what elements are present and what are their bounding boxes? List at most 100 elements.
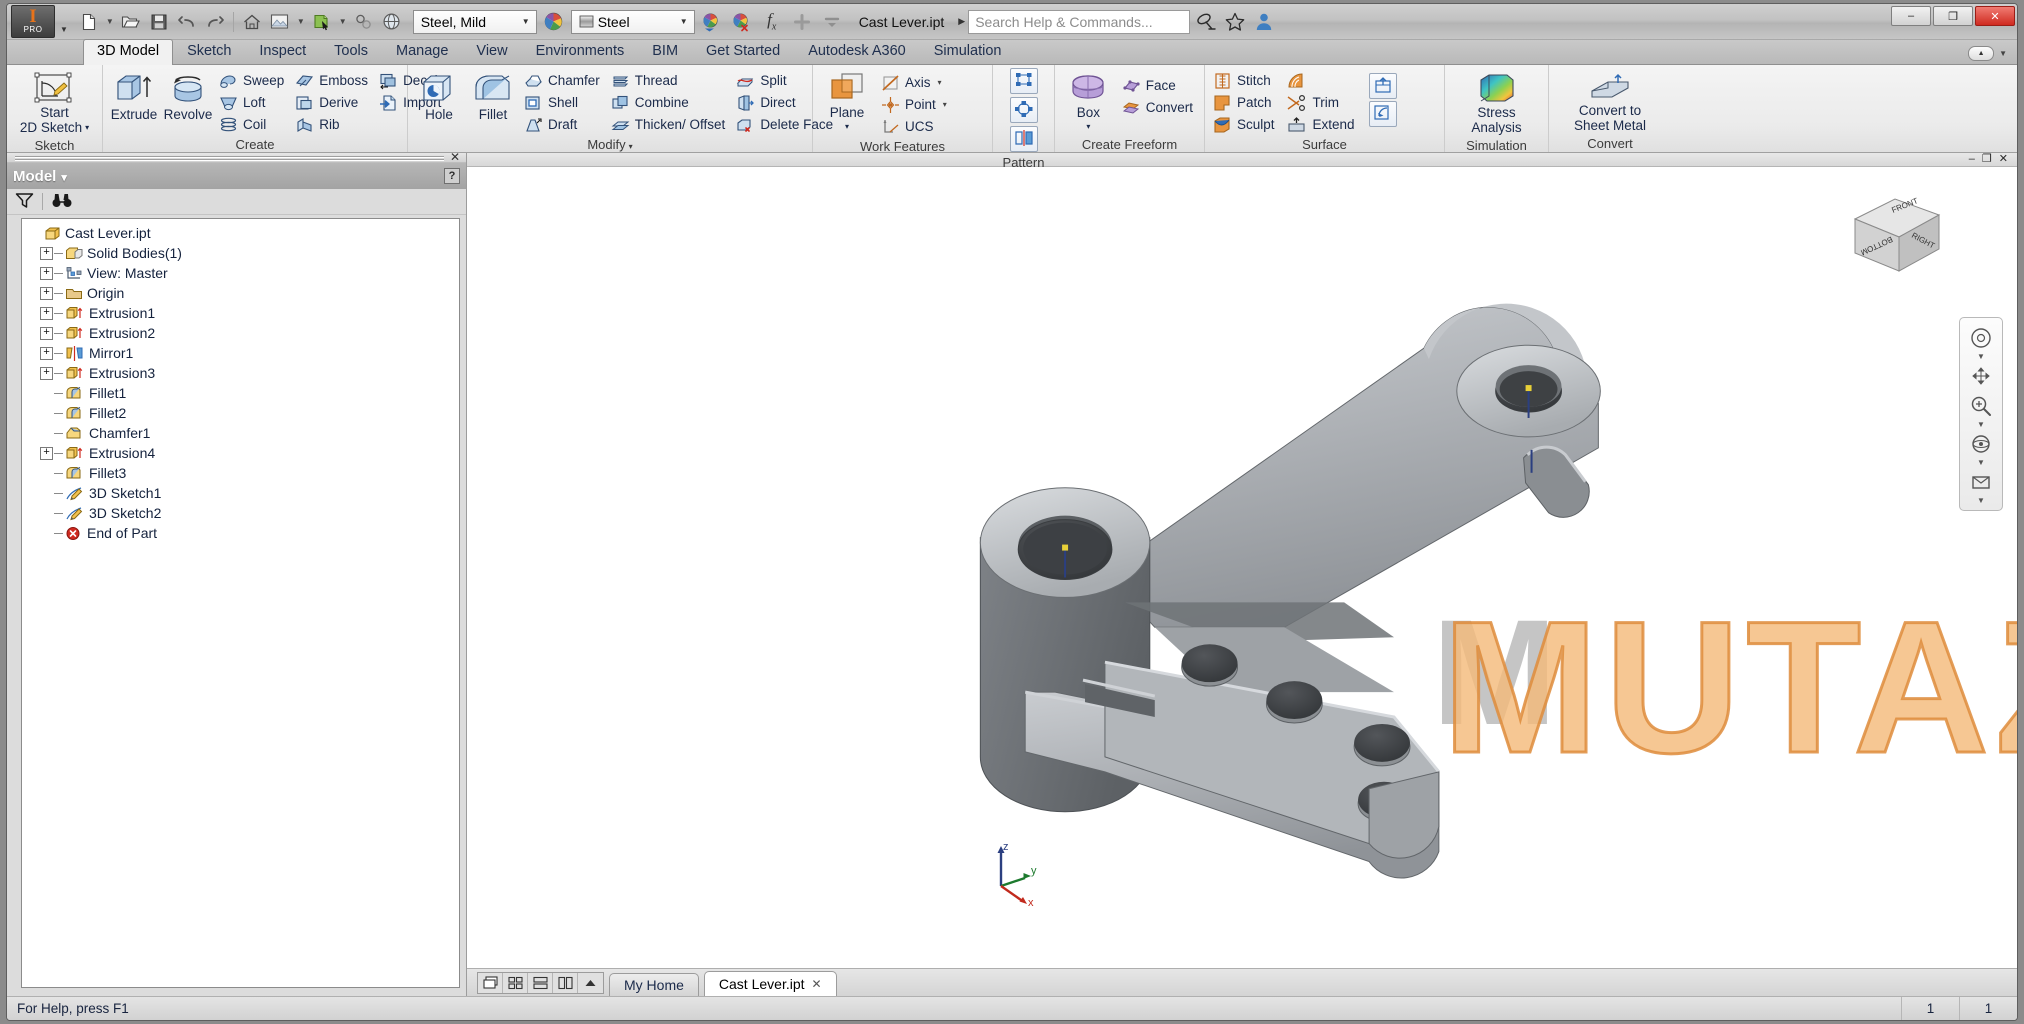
view-cube[interactable]: FRONT RIGHT BOTTOM xyxy=(1837,189,1957,284)
expand-icon[interactable]: + xyxy=(40,246,53,260)
signin-dish-icon[interactable] xyxy=(1193,9,1219,35)
ruled-surface-button[interactable] xyxy=(1283,70,1361,91)
ribbon-display-caret-icon[interactable]: ▼ xyxy=(1997,49,2009,58)
doctab-close-icon[interactable]: ✕ xyxy=(812,977,822,991)
application-menu-button[interactable]: I PRO xyxy=(11,5,55,38)
user-account-icon[interactable] xyxy=(1251,9,1277,35)
minimize-button[interactable]: – xyxy=(1891,6,1931,26)
look-at-icon[interactable] xyxy=(1964,468,1998,496)
zoom-caret-icon[interactable]: ▼ xyxy=(1977,421,1985,429)
tree-item-fillet3[interactable]: Fillet3 xyxy=(22,463,459,483)
freeform-convert-button[interactable]: Convert xyxy=(1119,97,1199,118)
steering-wheel-caret-icon[interactable]: ▼ xyxy=(1977,353,1985,361)
undo-button[interactable] xyxy=(174,9,200,35)
ribbon-minimize-button[interactable]: ▲ xyxy=(1968,46,1995,61)
freeform-box-button[interactable]: Box ▾ xyxy=(1060,69,1117,135)
tab-get-started[interactable]: Get Started xyxy=(692,39,794,64)
copy-object-button[interactable] xyxy=(1368,101,1397,127)
favorites-star-icon[interactable] xyxy=(1222,9,1248,35)
new-document-button[interactable] xyxy=(76,9,102,35)
browser-help-badge[interactable]: ? xyxy=(444,168,460,184)
doctab-cast-lever[interactable]: Cast Lever.ipt ✕ xyxy=(703,971,837,996)
tab-view[interactable]: View xyxy=(462,39,521,64)
search-input[interactable]: Search Help & Commands... xyxy=(968,9,1191,34)
coil-button[interactable]: Coil xyxy=(216,114,290,135)
tree-item-solid-bodies[interactable]: + Solid Bodies(1) xyxy=(22,243,459,263)
globe-view-button[interactable] xyxy=(379,9,405,35)
revolve-button[interactable]: Revolve xyxy=(162,69,214,123)
new-document-caret-icon[interactable]: ▼ xyxy=(104,17,116,26)
tab-manage[interactable]: Manage xyxy=(382,39,462,64)
tree-item-3d-sketch2[interactable]: 3D Sketch2 xyxy=(22,503,459,523)
application-menu-caret-icon[interactable]: ▼ xyxy=(60,25,68,34)
start-2d-sketch-button[interactable]: Start 2D Sketch ▾ xyxy=(13,69,96,136)
tree-item-fillet1[interactable]: Fillet1 xyxy=(22,383,459,403)
zoom-icon[interactable] xyxy=(1964,392,1998,420)
save-document-button[interactable] xyxy=(146,9,172,35)
model-tree[interactable]: Cast Lever.ipt + Solid Bodies(1) + View:… xyxy=(21,218,460,988)
work-axis-caret-icon[interactable]: ▾ xyxy=(938,78,942,87)
steering-wheel-icon[interactable] xyxy=(1964,324,1998,352)
tab-inspect[interactable]: Inspect xyxy=(245,39,320,64)
scroll-tabs-up-icon[interactable] xyxy=(578,973,603,993)
browser-title-caret-icon[interactable]: ▾ xyxy=(61,172,67,184)
apply-appearance-button[interactable] xyxy=(699,9,725,35)
tab-simulation[interactable]: Simulation xyxy=(920,39,1016,64)
fillet-button[interactable]: Fillet xyxy=(467,69,519,123)
browser-title-group[interactable]: Model ▾ xyxy=(13,168,67,185)
tree-item-extrusion2[interactable]: + Extrusion2 xyxy=(22,323,459,343)
modify-panel-caret-icon[interactable]: ▾ xyxy=(629,142,633,151)
stitch-button[interactable]: Stitch xyxy=(1210,70,1281,91)
clear-appearance-button[interactable] xyxy=(729,9,755,35)
orbit-icon[interactable] xyxy=(1964,430,1998,458)
viewport-restore-button[interactable]: ❐ xyxy=(1982,154,1992,165)
select-mode-button[interactable] xyxy=(309,9,335,35)
draft-button[interactable]: Draft xyxy=(521,114,606,135)
appearance-button[interactable] xyxy=(267,9,293,35)
tile-horizontal-icon[interactable] xyxy=(528,973,553,993)
viewport-close-button[interactable]: ✕ xyxy=(1999,154,2008,165)
tile-grid-icon[interactable] xyxy=(503,973,528,993)
expand-icon[interactable]: + xyxy=(40,326,53,340)
search-expand-icon[interactable]: ▶ xyxy=(958,16,965,27)
tree-item-fillet2[interactable]: Fillet2 xyxy=(22,403,459,423)
redo-button[interactable] xyxy=(202,9,228,35)
expand-icon[interactable]: + xyxy=(40,366,53,380)
tree-item-end-of-part[interactable]: End of Part xyxy=(22,523,459,543)
stress-analysis-button[interactable]: Stress Analysis xyxy=(1464,69,1528,136)
chamfer-button[interactable]: Chamfer xyxy=(521,70,606,91)
tree-item-extrusion4[interactable]: + Extrusion4 xyxy=(22,443,459,463)
restore-button[interactable]: ❐ xyxy=(1933,6,1973,26)
material-combo[interactable]: Steel, Mild ▼ xyxy=(412,9,537,34)
tree-item-chamfer1[interactable]: Chamfer1 xyxy=(22,423,459,443)
tree-item-extrusion1[interactable]: + Extrusion1 xyxy=(22,303,459,323)
tree-item-extrusion3[interactable]: + Extrusion3 xyxy=(22,363,459,383)
expand-icon[interactable]: + xyxy=(40,346,53,360)
freeform-face-button[interactable]: Face xyxy=(1119,75,1199,96)
sculpt-button[interactable]: Sculpt xyxy=(1210,114,1281,135)
customize-qat-add-button[interactable] xyxy=(789,9,815,35)
freeform-box-caret-icon[interactable]: ▾ xyxy=(1086,120,1090,134)
model-canvas[interactable]: M MUTAZ FRONT RIGHT BOTTOM xyxy=(467,167,2017,968)
appearance-combo[interactable]: Steel ▼ xyxy=(570,9,695,34)
tile-vertical-icon[interactable] xyxy=(553,973,578,993)
thicken-offset-button[interactable]: Thicken/ Offset xyxy=(608,114,732,135)
viewport-minimize-button[interactable]: – xyxy=(1969,154,1975,165)
loft-button[interactable]: Loft xyxy=(216,92,290,113)
select-mode-caret-icon[interactable]: ▼ xyxy=(337,17,349,26)
work-point-caret-icon[interactable]: ▾ xyxy=(943,100,947,109)
derive-button[interactable]: Derive xyxy=(292,92,374,113)
expand-icon[interactable]: + xyxy=(40,266,53,280)
find-binoculars-icon[interactable] xyxy=(51,192,73,212)
work-plane-caret-icon[interactable]: ▾ xyxy=(845,120,849,134)
sweep-button[interactable]: Sweep xyxy=(216,70,290,91)
material-browser-button[interactable] xyxy=(541,9,567,35)
orbit-caret-icon[interactable]: ▼ xyxy=(1977,459,1985,467)
ucs-button[interactable]: UCS xyxy=(878,116,953,137)
circular-pattern-button[interactable] xyxy=(1009,97,1038,123)
appearance-caret-icon[interactable]: ▼ xyxy=(295,17,307,26)
tree-item-cast-lever[interactable]: Cast Lever.ipt xyxy=(22,223,459,243)
doctab-my-home[interactable]: My Home xyxy=(609,973,699,996)
thread-button[interactable]: Thread xyxy=(608,70,732,91)
rib-button[interactable]: Rib xyxy=(292,114,374,135)
